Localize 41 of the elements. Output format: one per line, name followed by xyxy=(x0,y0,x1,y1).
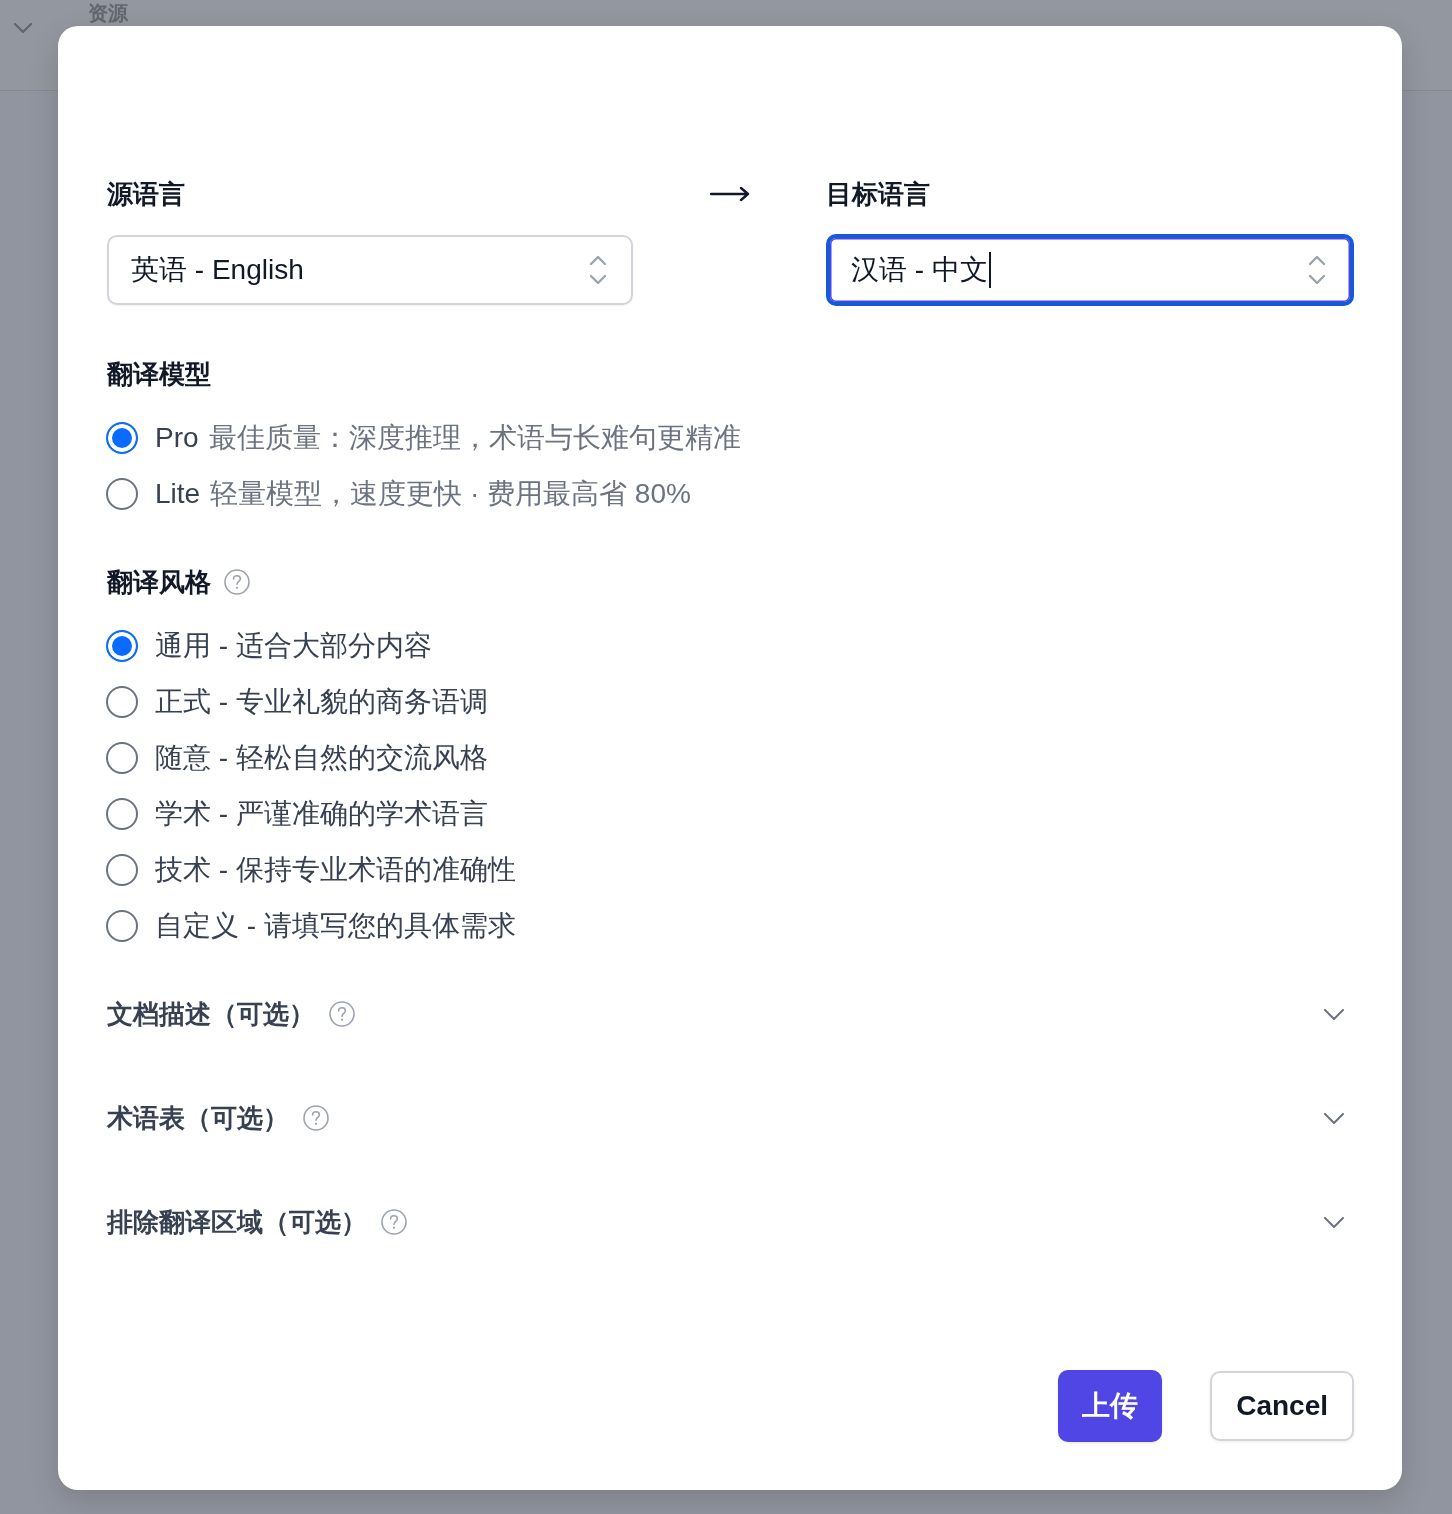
radio-button[interactable] xyxy=(106,798,138,830)
section-title[interactable]: 文档描述（可选） xyxy=(107,996,315,1032)
chevron-down-icon[interactable] xyxy=(1324,1008,1344,1020)
select-value: 英语 - English xyxy=(131,253,305,287)
radio-button[interactable] xyxy=(106,686,138,718)
field-label: 目标语言 xyxy=(826,178,930,211)
chevron-down-icon[interactable] xyxy=(1324,1112,1344,1124)
option-label: 随意 - 轻松自然的交流风格 xyxy=(155,741,488,775)
select-value: 汉语 - 中文 xyxy=(851,252,991,288)
chevron-up-down-icon xyxy=(1309,255,1325,285)
help-icon[interactable] xyxy=(329,1001,355,1027)
language-select[interactable]: 汉语 - 中文 xyxy=(826,234,1354,306)
section-label: 翻译模型 xyxy=(107,358,211,391)
section-title[interactable]: 术语表（可选） xyxy=(107,1100,289,1136)
option-description: 轻量模型，速度更快 · 费用最高省 80% xyxy=(210,477,691,511)
option-description: 最佳质量：深度推理，术语与长难句更精准 xyxy=(208,421,741,455)
radio-button[interactable] xyxy=(106,422,138,454)
option-label: 学术 - 严谨准确的学术语言 xyxy=(155,797,488,831)
radio-button[interactable] xyxy=(106,910,138,942)
option-label: 技术 - 保持专业术语的准确性 xyxy=(155,853,516,887)
radio-button[interactable] xyxy=(106,742,138,774)
radio-button[interactable] xyxy=(106,630,138,662)
option-name: Pro xyxy=(155,421,199,455)
chevron-down-icon[interactable] xyxy=(1324,1216,1344,1228)
upload-button[interactable]: 上传 xyxy=(1058,1370,1163,1442)
option-label: 正式 - 专业礼貌的商务语调 xyxy=(155,685,488,719)
arrow-right-icon xyxy=(709,186,750,202)
language-select[interactable]: 英语 - English xyxy=(107,235,633,305)
radio-button[interactable] xyxy=(106,854,138,886)
option-name: Lite xyxy=(155,477,201,511)
section-title[interactable]: 排除翻译区域（可选） xyxy=(107,1204,367,1240)
help-icon[interactable] xyxy=(381,1209,407,1235)
radio-button[interactable] xyxy=(106,478,138,510)
chevron-up-down-icon xyxy=(590,255,606,285)
field-label: 源语言 xyxy=(107,178,185,211)
cancel-button[interactable]: Cancel xyxy=(1210,1371,1354,1441)
option-label: 通用 - 适合大部分内容 xyxy=(155,629,432,663)
help-icon[interactable] xyxy=(303,1105,329,1131)
help-icon[interactable] xyxy=(224,569,250,595)
section-label: 翻译风格 xyxy=(107,566,211,599)
option-label: 自定义 - 请填写您的具体需求 xyxy=(155,909,516,943)
